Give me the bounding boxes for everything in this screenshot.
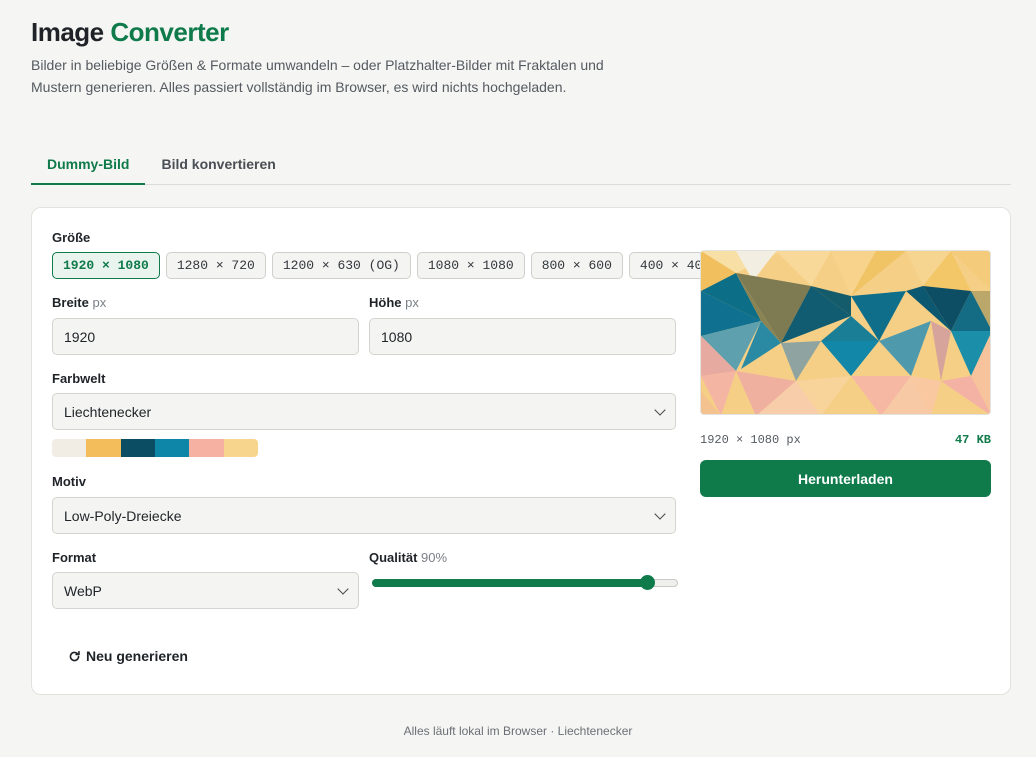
preview-dimensions: 1920 × 1080 px: [700, 433, 801, 447]
slider-thumb[interactable]: [640, 575, 656, 590]
format-label: Format: [52, 550, 97, 565]
quality-value: 90%: [421, 550, 448, 565]
preview-meta: 1920 × 1080 px 47 KB: [700, 433, 991, 447]
chevron-down-icon: [654, 403, 666, 416]
height-value: 1080: [381, 328, 413, 345]
tab-dummy-image[interactable]: Dummy-Bild: [31, 146, 146, 185]
chevron-down-icon: [654, 507, 666, 520]
width-input[interactable]: 1920: [52, 318, 359, 355]
footer-text: Alles läuft lokal im Browser · Liechtene…: [403, 724, 633, 738]
palette-swatch-2: [120, 439, 155, 457]
palette-selected: Liechtenecker: [64, 403, 152, 420]
height-input[interactable]: 1080: [369, 318, 676, 355]
size-preset-1080x1080[interactable]: 1080 × 1080: [416, 252, 525, 279]
motif-select[interactable]: Low-Poly-Dreiecke: [52, 497, 676, 534]
refresh-icon: [69, 650, 80, 661]
width-label: Breite px: [52, 295, 106, 310]
page-title: Image Converter: [31, 16, 651, 48]
palette-swatch-1: [86, 439, 121, 457]
palette-label: Farbwelt: [52, 371, 106, 386]
quality-slider[interactable]: [372, 575, 678, 590]
slider-fill: [372, 579, 648, 587]
size-preset-1920x1080[interactable]: 1920 × 1080: [52, 252, 160, 279]
height-label-text: Höhe: [369, 295, 402, 310]
low-poly-preview-image: [701, 251, 990, 414]
page-header: Image Converter Bilder in beliebige Größ…: [31, 16, 651, 98]
title-accent: Converter: [110, 17, 229, 47]
title-main: Image: [31, 17, 104, 47]
size-preset-1200x630[interactable]: 1200 × 630 (OG): [271, 252, 411, 279]
size-preset-800x600[interactable]: 800 × 600: [530, 252, 623, 279]
palette-swatch-5: [223, 439, 258, 457]
palette-select[interactable]: Liechtenecker: [52, 393, 676, 430]
width-unit: px: [92, 295, 107, 310]
tab-bar: Dummy-Bild Bild konvertieren: [31, 146, 1011, 185]
palette-swatch-3: [154, 439, 190, 457]
image-preview: [700, 250, 991, 415]
regenerate-button[interactable]: Neu generieren: [68, 648, 188, 664]
width-label-text: Breite: [52, 295, 89, 310]
size-label: Größe: [52, 230, 91, 245]
quality-label: Qualität 90%: [369, 550, 447, 565]
chevron-down-icon: [337, 582, 349, 595]
height-unit: px: [405, 295, 419, 310]
generator-card: Größe 1920 × 1080 1280 × 720 1200 × 630 …: [31, 207, 1011, 695]
format-selected: WebP: [64, 582, 102, 599]
format-select[interactable]: WebP: [52, 572, 359, 609]
page-subtitle: Bilder in beliebige Größen & Formate umw…: [31, 57, 604, 95]
palette-swatches: [52, 439, 258, 457]
tab-convert-image[interactable]: Bild konvertieren: [145, 146, 291, 185]
motif-label: Motiv: [52, 474, 86, 489]
palette-swatch-4: [189, 439, 224, 457]
width-value: 1920: [64, 328, 96, 345]
quality-label-text: Qualität: [369, 550, 418, 565]
size-presets: 1920 × 1080 1280 × 720 1200 × 630 (OG) 1…: [52, 252, 722, 279]
preview-filesize: 47 KB: [954, 433, 991, 447]
download-button[interactable]: Herunterladen: [700, 460, 991, 497]
palette-swatch-0: [52, 439, 87, 457]
size-preset-1280x720[interactable]: 1280 × 720: [165, 252, 266, 279]
regenerate-label: Neu generieren: [86, 648, 188, 664]
motif-selected: Low-Poly-Dreiecke: [64, 507, 182, 524]
height-label: Höhe px: [369, 295, 419, 310]
